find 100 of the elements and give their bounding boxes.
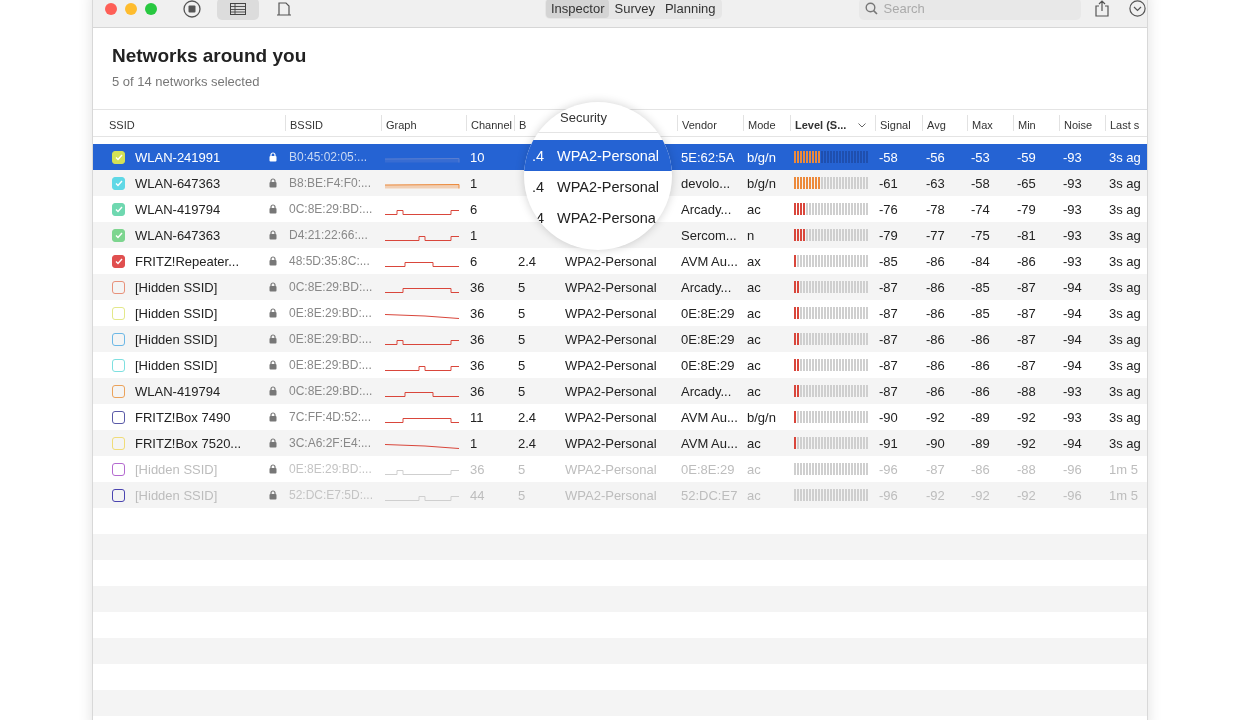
column-header[interactable]: BSSID [286, 117, 323, 133]
bssid-text: 0E:8E:29:BD:... [289, 306, 372, 320]
view-tab[interactable]: Planning [659, 0, 721, 18]
security-text: WPA2-Personal [565, 435, 657, 451]
channel-text: 36 [470, 305, 485, 321]
checkbox[interactable] [112, 384, 125, 398]
checkbox[interactable] [112, 462, 125, 476]
checkbox[interactable] [112, 202, 125, 216]
max-text: -86 [971, 331, 990, 347]
mode-text: b/g/n [747, 175, 776, 191]
lock-icon [269, 438, 277, 448]
max-text: -86 [971, 383, 990, 399]
checkbox[interactable] [112, 410, 125, 424]
signal-text: -90 [879, 409, 898, 425]
max-text: -89 [971, 409, 990, 425]
avg-text: -78 [926, 201, 945, 217]
column-header[interactable]: Last s [1106, 117, 1140, 133]
window-control[interactable] [125, 2, 137, 15]
column-header[interactable]: Noise [1060, 117, 1093, 133]
vendor-text: AVM Au... [681, 435, 738, 451]
lock-icon [269, 412, 277, 422]
column-header[interactable]: Mode [744, 117, 776, 133]
signal-text: -96 [879, 461, 898, 477]
max-text: -85 [971, 305, 990, 321]
noise-text: -93 [1063, 201, 1082, 217]
lock-icon [269, 256, 277, 266]
min-text: -88 [1017, 383, 1036, 399]
max-text: -58 [971, 175, 990, 191]
min-text: -92 [1017, 435, 1036, 451]
column-header[interactable]: Min [1014, 117, 1036, 133]
band-text: 5 [518, 331, 526, 347]
ssid-text: WLAN-419794 [135, 201, 222, 217]
band-text: 5 [518, 357, 526, 373]
last-seen-text: 3s ag [1109, 331, 1141, 347]
avg-text: -86 [926, 253, 945, 269]
channel-text: 1 [470, 227, 478, 243]
column-header[interactable]: Avg [923, 117, 946, 133]
ssid-text: WLAN-241991 [135, 149, 222, 165]
signal-text: -87 [879, 331, 898, 347]
signal-text: -79 [879, 227, 898, 243]
column-header[interactable]: SSID [105, 117, 135, 133]
checkbox[interactable] [112, 228, 125, 242]
vendor-text: 0E:8E:29 [681, 331, 735, 347]
band-text: .4 [531, 147, 544, 164]
band-text: 5 [518, 461, 526, 477]
ssid-text: WLAN-419794 [135, 383, 222, 399]
column-header[interactable]: Max [968, 117, 993, 133]
column-header[interactable]: Level (S... [791, 117, 867, 133]
view-tab[interactable]: Survey [609, 0, 660, 18]
noise-text: -96 [1063, 461, 1082, 477]
lock-icon [269, 282, 277, 292]
column-header[interactable]: Vendor [678, 117, 717, 133]
noise-text: -93 [1063, 149, 1082, 165]
signal-text: -85 [879, 253, 898, 269]
column-header[interactable]: Signal [876, 117, 911, 133]
chevron-down-circle-icon[interactable] [1128, 0, 1146, 17]
signal-text: -91 [879, 435, 898, 451]
vendor-text: AVM Au... [681, 409, 738, 425]
share-icon[interactable] [1094, 0, 1109, 17]
mode-text: ac [747, 331, 761, 347]
channel-text: 1 [470, 435, 478, 451]
security-text: WPA2-Personal [557, 178, 660, 195]
stop-icon[interactable] [183, 0, 201, 18]
mode-text: ac [747, 305, 761, 321]
checkbox[interactable] [112, 254, 125, 268]
view-button[interactable] [217, 0, 259, 20]
ssid-text: WLAN-647363 [135, 175, 222, 191]
lock-icon [269, 152, 277, 162]
column-header: Security [560, 110, 607, 125]
ssid-text: [Hidden SSID] [135, 279, 219, 295]
last-seen-text: 3s ag [1109, 305, 1141, 321]
column-header[interactable]: Graph [382, 117, 417, 133]
checkbox[interactable] [112, 488, 125, 502]
search-field[interactable]: Search [858, 0, 1081, 20]
window-control[interactable] [145, 2, 157, 15]
last-seen-text: 3s ag [1109, 201, 1141, 217]
bssid-text: 0E:8E:29:BD:... [289, 462, 372, 476]
checkbox[interactable] [112, 280, 125, 294]
bssid-text: 0E:8E:29:BD:... [289, 332, 372, 346]
lock-icon [269, 178, 277, 188]
checkbox[interactable] [112, 332, 125, 346]
security-text: WPA2-Personal [565, 331, 657, 347]
security-text: WPA2-Personal [565, 409, 657, 425]
vendor-text: Arcady... [681, 279, 732, 295]
noise-text: -94 [1063, 279, 1082, 295]
noise-text: -94 [1063, 305, 1082, 321]
band-text: 2.4 [518, 435, 537, 451]
column-header[interactable]: Channel [467, 117, 512, 133]
column-header[interactable]: B [515, 117, 527, 133]
signal-text: -61 [879, 175, 898, 191]
lock-icon [269, 230, 277, 240]
vendor-text: Arcady... [681, 383, 732, 399]
window-control[interactable] [105, 2, 117, 15]
vendor-text: 0E:8E:29 [681, 461, 735, 477]
min-text: -79 [1017, 201, 1036, 217]
mode-text: ac [747, 201, 761, 217]
max-text: -84 [971, 253, 990, 269]
bssid-text: B8:BE:F4:F0:... [289, 176, 372, 190]
signal-text: -58 [879, 149, 898, 165]
view-tab[interactable]: Inspector [546, 0, 610, 18]
